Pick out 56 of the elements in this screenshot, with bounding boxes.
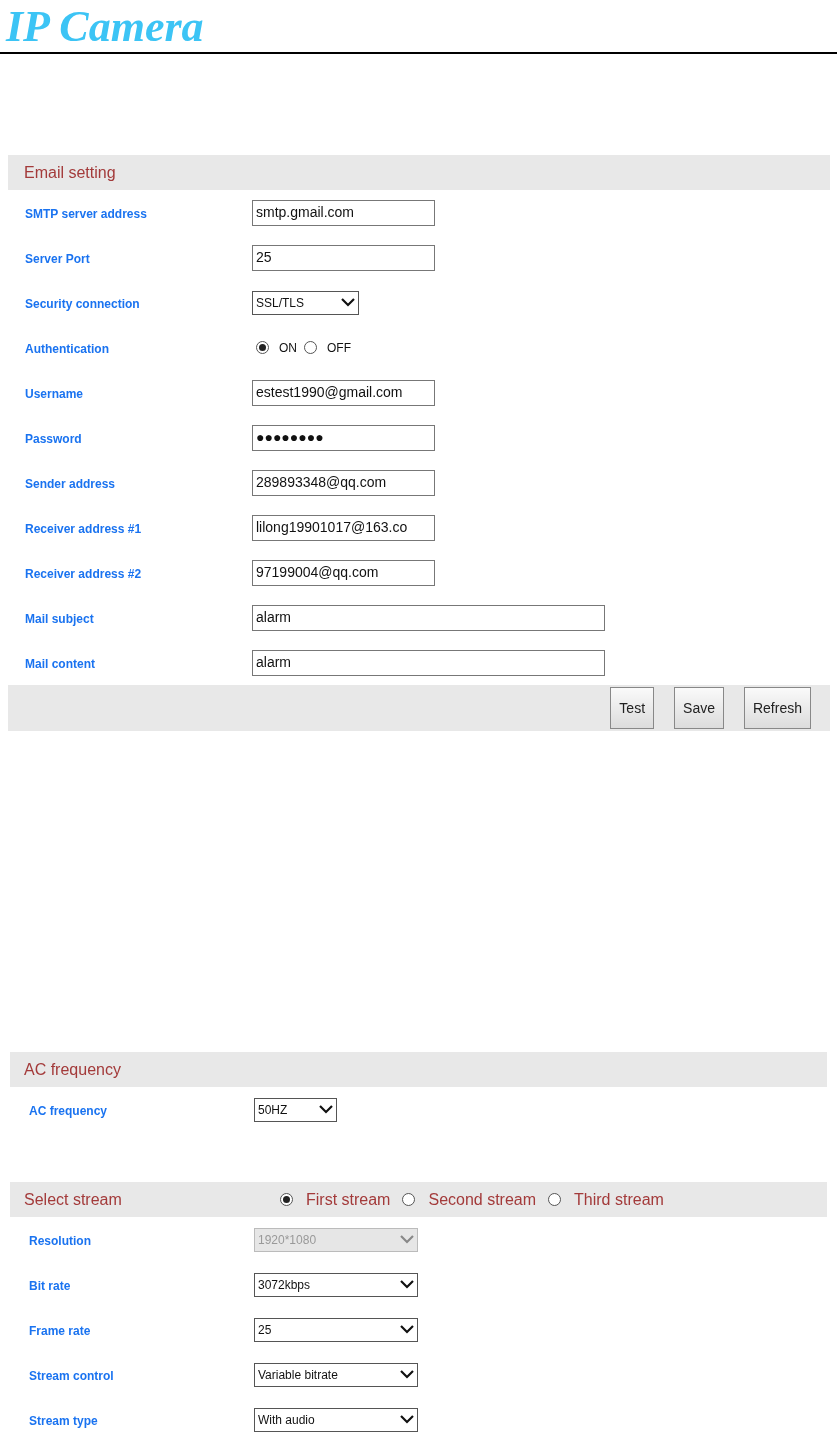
field-label: Stream control [29,1368,114,1383]
field-label: Receiver address #2 [25,566,142,581]
field-label: Mail content [25,656,95,671]
field-label: Authentication [25,341,109,356]
field-label: Resolution [29,1233,91,1248]
chevron-down-icon [319,1105,333,1114]
radio-button[interactable] [304,341,317,354]
action-button[interactable]: Test [610,687,655,729]
chevron-down-icon [400,1370,414,1379]
input-field[interactable]: 97199004@qq.com [252,559,435,586]
radio-label: Second stream [428,1189,537,1210]
input-field[interactable]: estest1990@gmail.com [252,379,435,406]
select-dropdown[interactable]: SSL/TLS [252,290,359,315]
chevron-down-icon [341,298,355,307]
field-label: Receiver address #1 [25,521,142,536]
field-label: SMTP server address [25,206,147,221]
field-label: Frame rate [29,1323,91,1338]
section-title: Email setting [23,162,117,183]
radio-label: OFF [327,339,351,357]
field-label: Stream type [29,1413,98,1428]
radio-button[interactable] [548,1193,562,1206]
field-label: Server Port [25,251,90,266]
action-button[interactable]: Refresh [743,687,811,729]
radio-label: Third stream [574,1189,664,1210]
input-field[interactable]: ●●●●●●●● [252,424,435,451]
input-field[interactable]: 289893348@qq.com [252,469,435,496]
logo: IP Camera [4,2,204,52]
section-title: Select stream [23,1189,123,1210]
chevron-down-icon [400,1280,414,1289]
radio-button[interactable] [402,1193,416,1206]
field-label: Bit rate [29,1278,71,1293]
field-label: Security connection [25,296,140,311]
select-dropdown[interactable]: 3072kbps [254,1272,418,1297]
chevron-down-icon [400,1415,414,1424]
chevron-down-icon [400,1235,414,1244]
field-label: AC frequency [29,1103,108,1118]
input-field[interactable]: alarm [252,604,605,631]
input-field[interactable]: 25 [252,244,435,271]
select-dropdown[interactable]: With audio [254,1407,418,1432]
radio-label: ON [279,339,297,357]
select-dropdown[interactable]: 50HZ [254,1097,337,1122]
input-field[interactable]: alarm [252,649,605,676]
section-title: AC frequency [23,1059,122,1080]
action-button[interactable]: Save [674,687,724,729]
select-dropdown[interactable]: 25 [254,1317,418,1342]
input-field[interactable]: lilong19901017@163.co [252,514,435,541]
select-dropdown[interactable]: Variable bitrate [254,1362,418,1387]
field-label: Username [25,386,84,401]
radio-label: First stream [306,1189,391,1210]
radio-button[interactable] [280,1193,293,1206]
field-label: Password [25,431,82,446]
chevron-down-icon [400,1325,414,1334]
radio-button[interactable] [256,341,269,354]
input-field[interactable]: smtp.gmail.com [252,199,435,226]
field-label: Sender address [25,476,116,491]
field-label: Mail subject [25,611,94,626]
